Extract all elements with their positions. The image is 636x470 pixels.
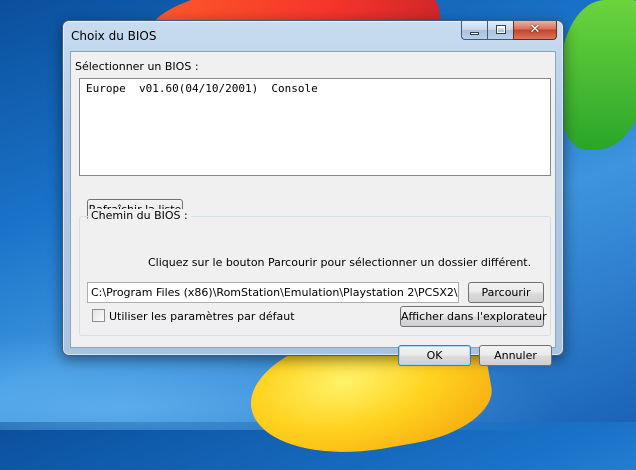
show-in-explorer-button[interactable]: Afficher dans l'explorateur — [400, 306, 547, 327]
dialog-client-area: Sélectionner un BIOS : Europe v01.60(04/… — [70, 51, 556, 366]
minimize-button[interactable] — [461, 21, 487, 40]
window-title: Choix du BIOS — [71, 29, 157, 43]
title-bar[interactable]: Choix du BIOS ✕ — [63, 21, 563, 51]
wallpaper-shape-green — [560, 0, 636, 150]
caption-buttons: ✕ — [461, 21, 557, 41]
bios-list-item[interactable]: Europe v01.60(04/10/2001) Console — [86, 82, 318, 95]
bios-listbox[interactable]: Europe v01.60(04/10/2001) Console — [79, 78, 551, 176]
ok-button[interactable]: OK — [398, 345, 471, 366]
maximize-button[interactable] — [487, 21, 513, 40]
bios-path-field[interactable]: C:\Program Files (x86)\RomStation\Emulat… — [87, 282, 459, 303]
bios-dialog: Choix du BIOS ✕ Sélectionner un BIOS : E… — [62, 20, 564, 366]
close-button[interactable]: ✕ — [513, 21, 557, 40]
maximize-icon — [496, 25, 506, 34]
bios-list-label: Sélectionner un BIOS : — [75, 60, 199, 73]
browse-button[interactable]: Parcourir — [468, 282, 544, 303]
bios-path-group-title: Chemin du BIOS : — [88, 209, 191, 222]
browse-instruction: Cliquez sur le bouton Parcourir pour sél… — [148, 256, 532, 269]
cancel-button[interactable]: Annuler — [479, 345, 552, 366]
default-settings-checkbox[interactable] — [92, 309, 105, 322]
default-settings-label[interactable]: Utiliser les paramètres par défaut — [109, 310, 295, 323]
close-icon: ✕ — [529, 22, 541, 37]
minimize-icon — [470, 32, 479, 35]
